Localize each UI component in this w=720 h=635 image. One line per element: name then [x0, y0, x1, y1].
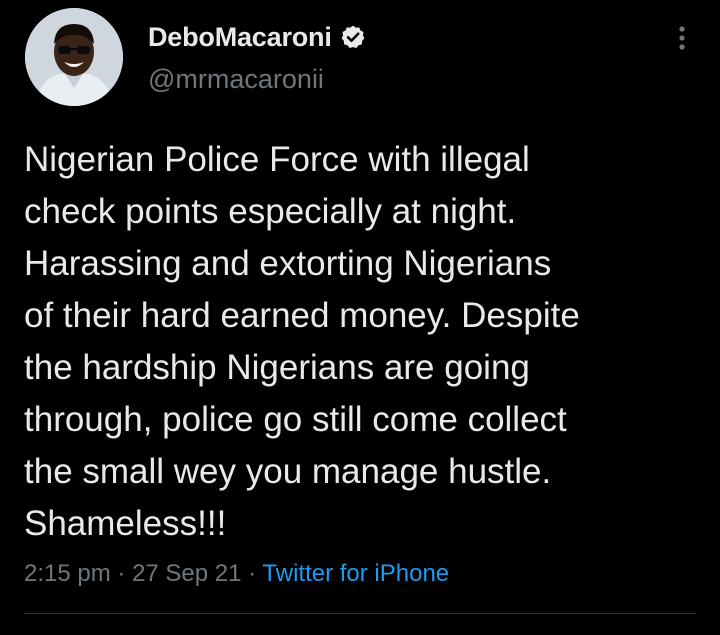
avatar[interactable] [25, 8, 123, 106]
author-name-row: DeboMacaroni [148, 20, 366, 54]
avatar-image [25, 8, 123, 106]
tweet-meta: 2:15 pm · 27 Sep 21 · Twitter for iPhone [24, 560, 449, 588]
tweet-source-link[interactable]: Twitter for iPhone [262, 560, 449, 587]
author-display-name[interactable]: DeboMacaroni [148, 22, 332, 53]
meta-separator: · [117, 560, 126, 587]
tweet-text: Nigerian Police Force with illegal check… [24, 140, 580, 543]
tweet-time[interactable]: 2:15 pm [24, 560, 111, 587]
verified-badge-icon [340, 24, 366, 50]
meta-separator: · [248, 560, 257, 587]
author-handle[interactable]: @mrmacaronii [148, 64, 324, 95]
tweet-date[interactable]: 27 Sep 21 [132, 560, 241, 587]
more-options-icon[interactable] [666, 22, 698, 54]
tweet: DeboMacaroni @mrmacaronii Nigerian Polic… [0, 0, 720, 635]
divider [24, 613, 696, 614]
